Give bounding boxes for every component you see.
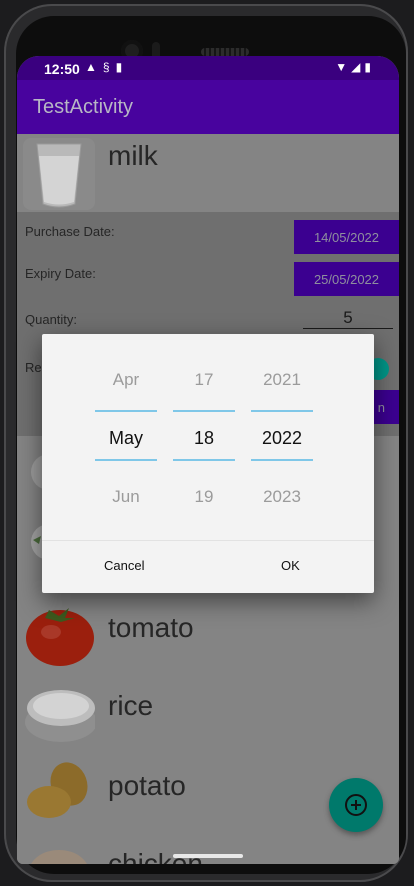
month-selected[interactable]: May <box>95 428 157 449</box>
list-item[interactable]: rice <box>17 672 399 750</box>
month-prev[interactable]: Apr <box>95 370 157 390</box>
month-spinner[interactable]: Apr May Jun <box>95 334 157 534</box>
month-next[interactable]: Jun <box>95 487 157 507</box>
year-prev[interactable]: 2021 <box>251 370 313 390</box>
purchase-date-label: Purchase Date: <box>25 224 115 239</box>
reminder-label: Re <box>25 360 42 375</box>
date-picker-dialog: Apr May Jun 17 18 19 2021 2022 2023 Canc… <box>42 334 374 593</box>
year-divider-top <box>251 410 313 412</box>
year-divider-bottom <box>251 459 313 461</box>
month-divider-top <box>95 410 157 412</box>
quantity-input[interactable]: 5 <box>303 308 393 329</box>
potato-icon <box>27 762 88 818</box>
app-bar: TestActivity <box>17 80 399 134</box>
add-item-fab[interactable] <box>329 778 383 832</box>
warning-icon: ▲ <box>85 60 103 74</box>
year-next[interactable]: 2023 <box>251 487 313 507</box>
wifi-icon: ▼ <box>335 60 352 74</box>
list-item[interactable]: milk <box>17 134 399 212</box>
list-item[interactable]: chicken <box>17 828 399 864</box>
expiry-date-button[interactable]: 25/05/2022 <box>294 262 399 296</box>
milk-icon <box>23 138 95 210</box>
battery-icon: ▮ <box>364 60 375 74</box>
day-next[interactable]: 19 <box>173 487 235 507</box>
add-circle-icon <box>345 794 367 816</box>
product-name: rice <box>108 690 154 721</box>
dialog-divider <box>42 540 374 541</box>
day-divider-bottom <box>173 459 235 461</box>
day-selected[interactable]: 18 <box>173 428 235 449</box>
day-spinner[interactable]: 17 18 19 <box>173 334 235 534</box>
tomato-icon <box>26 608 94 666</box>
earpiece-speaker <box>201 48 249 56</box>
ok-button[interactable]: OK <box>271 554 310 577</box>
year-spinner[interactable]: 2021 2022 2023 <box>251 334 313 534</box>
product-name: milk <box>108 140 158 171</box>
gesture-nav-handle[interactable] <box>173 854 243 858</box>
day-divider-top <box>173 410 235 412</box>
status-time: 12:50 <box>44 61 80 77</box>
chicken-icon <box>31 850 87 864</box>
quantity-label: Quantity: <box>25 312 78 327</box>
app-title: TestActivity <box>33 96 134 118</box>
status-bar: 12:50 ▲§▮ ▼◢▮ <box>17 56 399 80</box>
expiry-date-label: Expiry Date: <box>25 266 96 281</box>
sync-icon: § <box>102 60 116 74</box>
year-selected[interactable]: 2022 <box>251 428 313 449</box>
sd-card-icon: ▮ <box>115 60 129 74</box>
product-name: tomato <box>108 612 194 643</box>
month-divider-bottom <box>95 459 157 461</box>
status-left-icons: ▲§▮ <box>85 60 128 74</box>
day-prev[interactable]: 17 <box>173 370 235 390</box>
purchase-date-button[interactable]: 14/05/2022 <box>294 220 399 254</box>
cancel-button[interactable]: Cancel <box>94 554 154 577</box>
rice-icon <box>25 690 95 742</box>
list-item[interactable]: tomato <box>17 592 399 670</box>
product-name: potato <box>108 770 186 801</box>
signal-icon: ◢ <box>351 60 365 74</box>
status-right-icons: ▼◢▮ <box>335 60 375 74</box>
